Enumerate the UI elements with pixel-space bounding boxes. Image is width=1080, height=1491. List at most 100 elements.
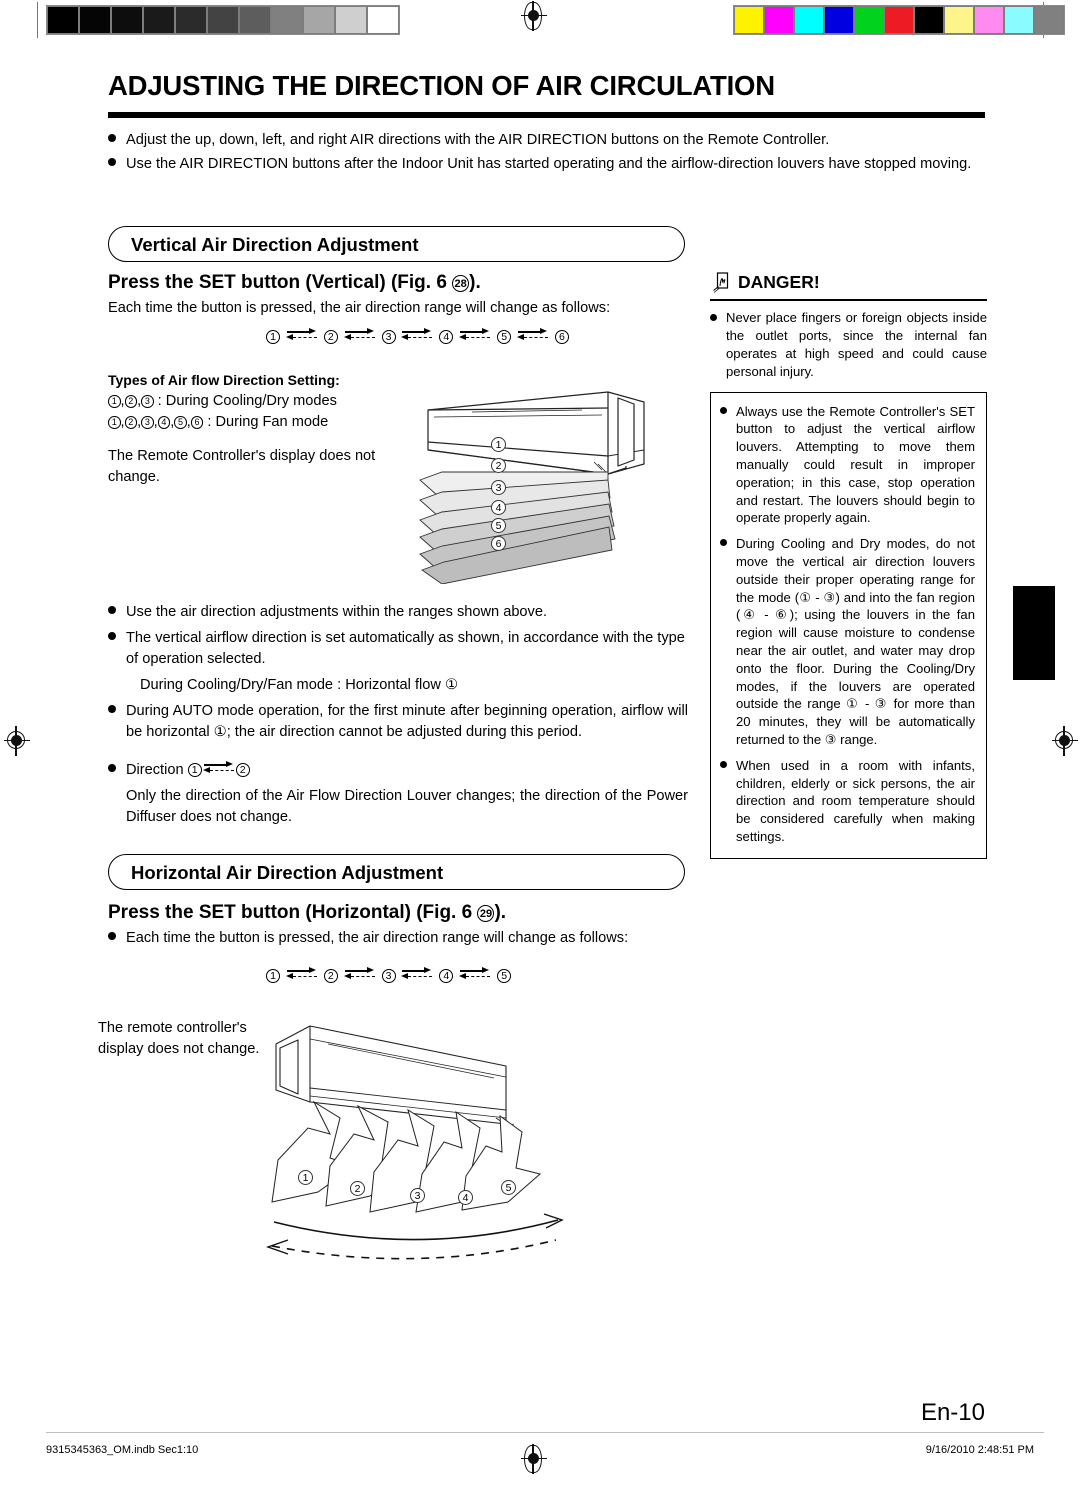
type-num: 5 — [174, 416, 187, 429]
vertical-subheading-suffix: ). — [469, 272, 481, 293]
bidirectional-arrow-icon — [400, 327, 434, 343]
gray-swatch — [336, 7, 366, 33]
bidirectional-arrow-icon — [343, 966, 377, 982]
louver-label-4: 4 — [491, 500, 506, 515]
hand-warning-icon — [713, 272, 729, 293]
type-num: 2 — [124, 395, 138, 408]
airflow-label-4: 4 — [458, 1190, 473, 1205]
section-header-vertical-label: Vertical Air Direction Adjustment — [131, 234, 419, 255]
color-swatch — [765, 7, 793, 33]
airflow-label-3: 3 — [410, 1188, 425, 1203]
vertical-sequence-diagram: 1 2 3 4 5 6 — [265, 327, 570, 344]
color-control-bar — [733, 5, 1065, 35]
bidirectional-arrow-icon — [202, 760, 236, 776]
page-number: En-10 — [920, 1399, 985, 1426]
seq-num-4: 4 — [439, 330, 454, 344]
type-num: 1 — [108, 416, 121, 429]
bullet-dot — [108, 632, 116, 641]
horizontal-lead-bullet-text: Each time the button is pressed, the air… — [126, 930, 629, 946]
direction-label: Direction — [126, 762, 184, 778]
louver-label-1: 1 — [491, 437, 506, 452]
color-swatch — [735, 7, 763, 33]
danger-panel: DANGER! Never place fingers or foreign o… — [710, 272, 987, 859]
type-num: 3 — [141, 416, 154, 429]
seq-num-1: 1 — [266, 969, 280, 983]
section-header-horizontal: Horizontal Air Direction Adjustment — [108, 854, 685, 890]
strip-edge-line-left — [37, 2, 38, 38]
type-num: 2 — [124, 416, 138, 429]
footer-file-label: 9315345363_OM.indb Sec1:10 — [46, 1444, 199, 1456]
indoor-unit-horizontal-diagram: 1 2 3 4 5 — [258, 1006, 588, 1266]
gray-swatch — [112, 7, 142, 33]
vertical-bullet-3-text: During AUTO mode operation, for the firs… — [126, 703, 688, 740]
bidirectional-arrow-icon — [285, 327, 319, 343]
figure-ref-number: 28 — [452, 275, 470, 292]
danger-bullet-2: During Cooling and Dry modes, do not mov… — [720, 535, 975, 749]
vertical-remote-note: The Remote Controller's display does not… — [108, 448, 376, 485]
type-num: 6 — [190, 416, 204, 429]
bullet-dot — [720, 539, 727, 547]
gray-swatch — [176, 7, 206, 33]
bullet-dot — [710, 313, 717, 321]
gray-swatch — [272, 7, 302, 33]
gray-swatch — [304, 7, 334, 33]
intro-bullet-1: Adjust the up, down, left, and right AIR… — [108, 130, 988, 151]
bullet-dot — [108, 158, 116, 167]
vertical-subheading-prefix: Press the SET button (Vertical) (Fig. 6 — [108, 272, 453, 293]
page-title: ADJUSTING THE DIRECTION OF AIR CIRCULATI… — [108, 70, 775, 101]
section-header-horizontal-label: Horizontal Air Direction Adjustment — [131, 862, 444, 883]
louver-label-3: 3 — [491, 480, 506, 495]
bullet-dot — [108, 932, 116, 941]
gray-swatch — [80, 7, 110, 33]
types-line-1-text: : During Cooling/Dry modes — [153, 393, 337, 409]
bullet-dot — [108, 764, 116, 773]
bullet-dot — [108, 606, 116, 615]
footer-rule — [46, 1432, 1044, 1433]
direction-num-b: 2 — [235, 763, 250, 777]
color-swatch — [1005, 7, 1033, 33]
horizontal-sequence-diagram: 1 2 3 4 5 — [265, 966, 512, 983]
vertical-bullet-1-text: Use the air direction adjustments within… — [126, 604, 548, 620]
seq-num-5: 5 — [497, 969, 512, 983]
vertical-subheading: Press the SET button (Vertical) (Fig. 6 … — [108, 272, 481, 294]
grayscale-step-wedge — [46, 5, 400, 35]
gray-swatch — [48, 7, 78, 33]
type-num: 4 — [157, 416, 171, 429]
vertical-bullet-4: Direction 1 2 — [108, 760, 688, 781]
color-swatch — [825, 7, 853, 33]
danger-bullet-1-text: Always use the Remote Controller's SET b… — [736, 403, 975, 526]
color-swatch — [1035, 7, 1063, 33]
intro-bullet-2-text: Use the AIR DIRECTION buttons after the … — [126, 156, 972, 172]
page-footer: 9315345363_OM.indb Sec1:10 9/16/2010 2:4… — [0, 1432, 1080, 1466]
danger-bullet-2-text: During Cooling and Dry modes, do not mov… — [736, 536, 975, 747]
bullet-dot — [108, 134, 116, 143]
vertical-bullet-2-text: The vertical airflow direction is set au… — [126, 630, 685, 667]
direction-num-a: 1 — [187, 763, 202, 777]
color-swatch — [915, 7, 943, 33]
seq-num-2: 2 — [323, 969, 338, 983]
vertical-direction-note: Only the direction of the Air Flow Direc… — [126, 788, 688, 825]
seq-num-2: 2 — [323, 330, 338, 344]
seq-num-3: 3 — [381, 330, 396, 344]
airflow-label-5: 5 — [501, 1180, 516, 1195]
title-underline — [108, 112, 985, 118]
types-line-2: 1,2,3,4,5,6 : During Fan mode — [108, 412, 328, 433]
bidirectional-arrow-icon — [343, 327, 377, 343]
gray-swatch — [368, 7, 398, 33]
horizontal-subheading-prefix: Press the SET button (Horizontal) (Fig. … — [108, 902, 478, 923]
bidirectional-arrow-icon — [516, 327, 550, 343]
bidirectional-arrow-icon — [400, 966, 434, 982]
danger-bullet-top-text: Never place fingers or foreign objects i… — [726, 310, 987, 379]
intro-bullet-1-text: Adjust the up, down, left, and right AIR… — [126, 132, 830, 148]
airflow-label-1: 1 — [298, 1170, 313, 1185]
danger-heading-label: DANGER! — [738, 272, 820, 292]
gray-swatch — [144, 7, 174, 33]
section-header-vertical: Vertical Air Direction Adjustment — [108, 226, 685, 262]
danger-top-bullet-list: Never place fingers or foreign objects i… — [710, 309, 987, 380]
seq-num-1: 1 — [266, 330, 280, 344]
louver-label-6: 6 — [491, 536, 506, 551]
print-control-strip — [0, 0, 1080, 42]
color-swatch — [885, 7, 913, 33]
vertical-sub-note: During Cooling/Dry/Fan mode : Horizontal… — [140, 677, 459, 693]
danger-boxed-warnings: Always use the Remote Controller's SET b… — [710, 391, 987, 859]
